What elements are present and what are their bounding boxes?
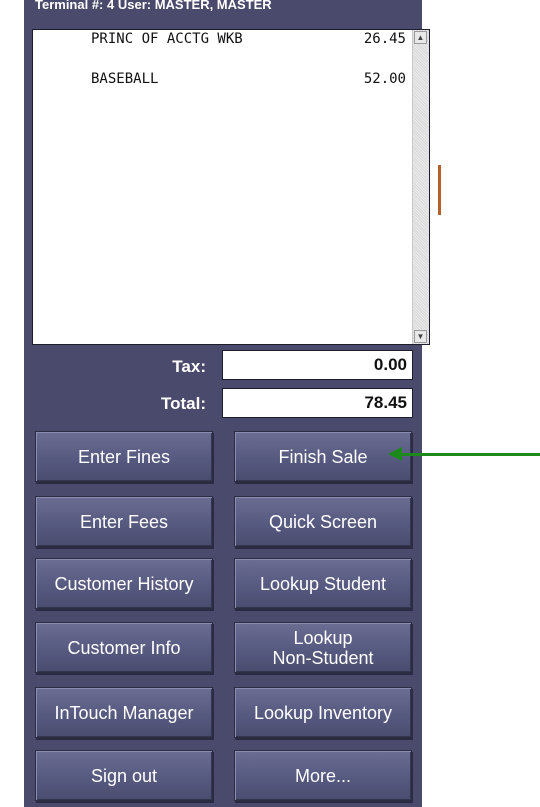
line-item-price: 52.00: [363, 71, 406, 87]
receipt-list[interactable]: PRINC OF ACCTG WKB 26.45 BASEBALL 52.00 …: [32, 29, 430, 345]
pointer-arrowhead-icon: [388, 447, 402, 461]
finish-sale-button[interactable]: Finish Sale: [234, 431, 412, 482]
line-item-name: BASEBALL: [91, 71, 159, 87]
intouch-manager-button[interactable]: InTouch Manager: [35, 687, 213, 738]
more-button[interactable]: More...: [234, 750, 412, 801]
receipt-scrollbar[interactable]: ▲ ▼: [412, 30, 429, 344]
tax-value: 0.00: [222, 350, 413, 380]
customer-history-button[interactable]: Customer History: [35, 558, 213, 609]
pointer-arrow-icon: [400, 453, 540, 456]
enter-fines-button[interactable]: Enter Fines: [35, 431, 213, 482]
line-item-price: 26.45: [363, 31, 406, 47]
quick-screen-button[interactable]: Quick Screen: [234, 496, 412, 547]
customer-info-button[interactable]: Customer Info: [35, 622, 213, 673]
total-value: 78.45: [222, 388, 413, 418]
side-tab-edge: [438, 165, 441, 215]
scroll-up-arrow-icon[interactable]: ▲: [414, 31, 427, 44]
lookup-student-button[interactable]: Lookup Student: [234, 558, 412, 609]
tax-label: Tax:: [172, 357, 206, 376]
lookup-inventory-button[interactable]: Lookup Inventory: [234, 687, 412, 738]
line-item[interactable]: PRINC OF ACCTG WKB 26.45: [91, 31, 406, 49]
total-label: Total:: [160, 394, 206, 413]
lookup-non-student-button[interactable]: Lookup Non-Student: [234, 622, 412, 673]
line-item[interactable]: BASEBALL 52.00: [91, 71, 406, 89]
line-item-name: PRINC OF ACCTG WKB: [91, 31, 243, 47]
terminal-status: Terminal #: 4 User: MASTER, MASTER: [35, 0, 272, 12]
receipt-lines: PRINC OF ACCTG WKB 26.45 BASEBALL 52.00: [33, 30, 413, 344]
enter-fees-button[interactable]: Enter Fees: [35, 496, 213, 547]
sign-out-button[interactable]: Sign out: [35, 750, 213, 801]
scroll-down-arrow-icon[interactable]: ▼: [414, 330, 427, 343]
